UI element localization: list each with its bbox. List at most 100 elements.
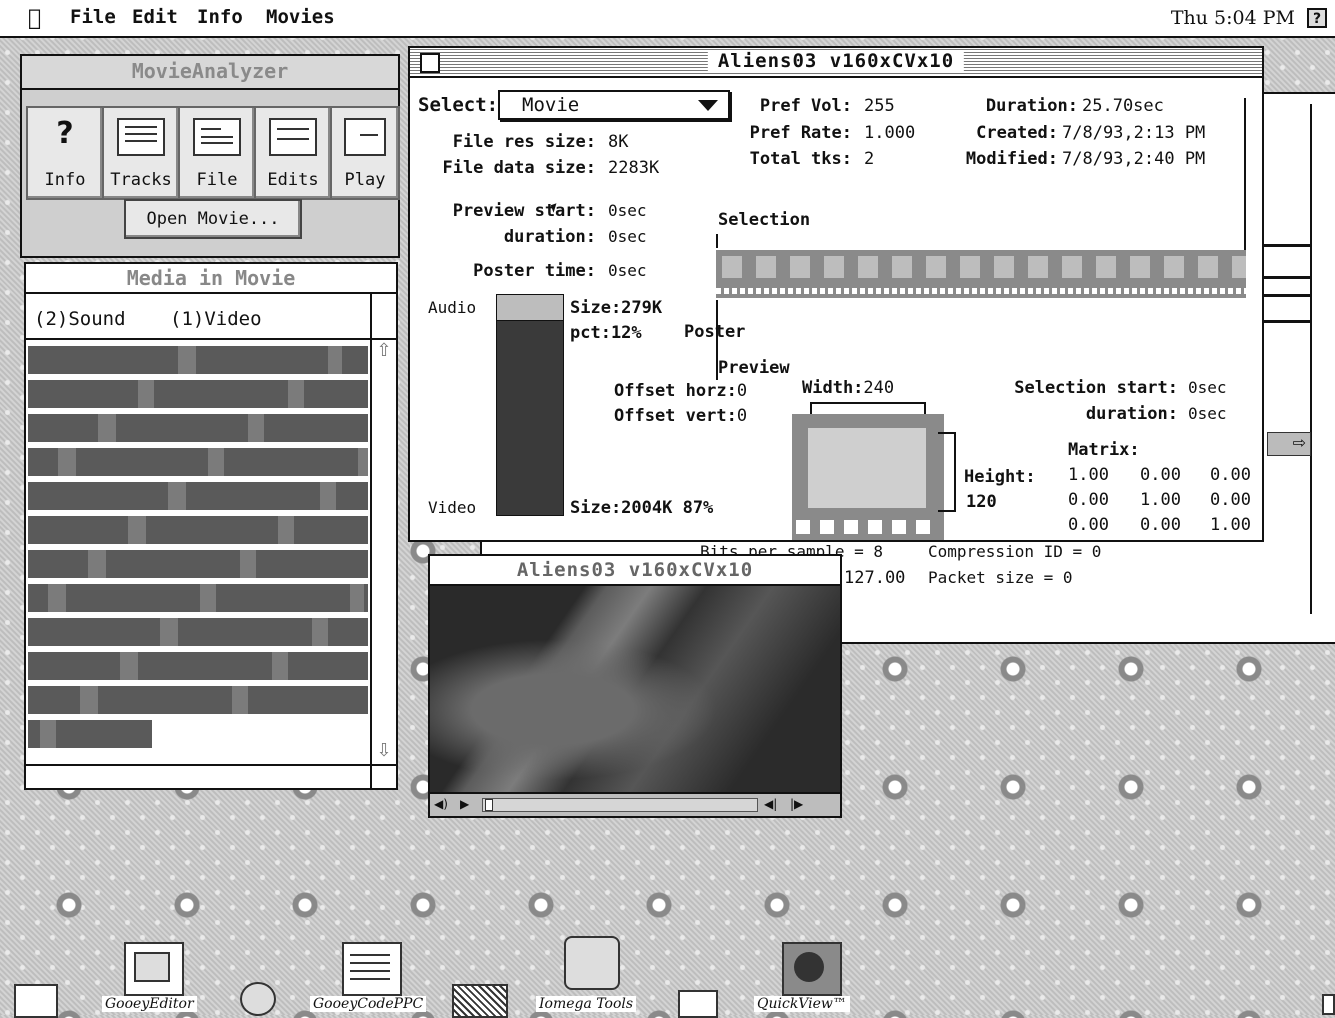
tracks-tool-label: Tracks (110, 170, 172, 190)
play-tool-button[interactable]: Play (330, 106, 400, 200)
select-label: Select: (418, 94, 499, 116)
matrix-cell: 0.00 (1068, 490, 1109, 510)
play-tool-label: Play (344, 170, 386, 190)
app-icon[interactable] (240, 982, 276, 1016)
open-movie-button[interactable]: Open Movie... (124, 199, 302, 239)
movie-window-title[interactable]: Aliens03 v160xCVx10 (430, 556, 840, 586)
edits-tool-label: Edits (267, 170, 319, 190)
duration-value: 25.70sec (1082, 96, 1164, 116)
play-button-icon[interactable]: ▶ (460, 797, 478, 813)
file-tool-button[interactable]: File (178, 106, 256, 200)
filmstrip-sprockets (716, 288, 1246, 294)
volume-icon[interactable]: ◀) (434, 797, 456, 813)
movie-controller: ◀) ▶ ◀| |▶ (430, 792, 840, 816)
progress-thumb[interactable] (485, 799, 493, 811)
gooey-editor-label[interactable]: GooeyEditor (102, 996, 197, 1012)
quickview-icon[interactable] (782, 942, 842, 996)
selection-start-label: Selection start: (1014, 378, 1178, 398)
file-tool-label: File (196, 170, 238, 190)
document-icon[interactable] (678, 990, 718, 1018)
video-size-value: Size:2004K 87% (570, 498, 714, 518)
menu-edit[interactable]: Edit (132, 6, 178, 28)
media-sample-bar (28, 618, 368, 646)
media-sample-bar (28, 482, 368, 510)
pattern-document-icon[interactable] (452, 984, 508, 1018)
chevron-down-icon (698, 100, 718, 111)
frame-image (808, 428, 926, 508)
iomega-tools-icon[interactable] (564, 936, 620, 990)
offset-horz: Offset horz:0 (614, 381, 748, 401)
gooey-editor-icon[interactable] (124, 942, 184, 996)
width-field: Width:240 (802, 378, 895, 398)
movie-player-window: Aliens03 v160xCVx10 ◀) ▶ ◀| |▶ (428, 554, 842, 818)
poster-time-value: 0sec (608, 261, 647, 280)
media-sample-bar (28, 346, 368, 374)
scroll-right-arrow-icon[interactable]: ⇨ (1267, 432, 1311, 456)
header-divider (26, 338, 396, 340)
menu-movies[interactable]: Movies (266, 6, 335, 28)
movie-progress-bar[interactable] (482, 798, 758, 812)
media-sample-bar (28, 550, 368, 578)
matrix-cell: 0.00 (1210, 465, 1251, 485)
step-back-icon[interactable]: ◀| (764, 797, 786, 813)
menu-file[interactable]: File (70, 6, 116, 28)
window-divider (1310, 104, 1312, 614)
sound-track-header[interactable]: (2)Sound (34, 308, 126, 330)
movie-frame[interactable] (430, 586, 840, 792)
apple-menu-icon[interactable]:  (28, 6, 41, 31)
file-res-value: 8K (608, 132, 629, 152)
timeline-filmstrip[interactable] (716, 250, 1246, 298)
tracks-tool-button[interactable]: Tracks (102, 106, 180, 200)
media-sample-bar (28, 380, 368, 408)
file-icon (193, 118, 241, 156)
preview-duration-value: 0sec (608, 227, 647, 246)
disk-icon[interactable] (14, 984, 58, 1018)
rule-line (1262, 320, 1312, 323)
video-track-header[interactable]: (1)Video (170, 308, 262, 330)
preview-start-label: Preview start: (452, 201, 596, 221)
close-box-icon[interactable] (420, 53, 440, 73)
info-title-bar[interactable]: Aliens03 v160xCVx10 (410, 48, 1262, 78)
step-forward-icon[interactable]: |▶ (790, 797, 812, 813)
edits-tool-button[interactable]: Edits (254, 106, 332, 200)
created-label: Created: (976, 123, 1058, 143)
scroll-up-arrow-icon[interactable]: ⇧ (372, 340, 396, 364)
frame-preview-icon (792, 414, 944, 540)
selection-duration-label: duration: (1085, 404, 1178, 424)
offset-vert: Offset vert:0 (614, 406, 748, 426)
height-bracket (938, 432, 956, 512)
preview-start-value: 0sec (608, 201, 647, 220)
select-dropdown[interactable]: Movie (498, 90, 730, 120)
palette-title: MovieAnalyzer (22, 56, 398, 90)
audio-proportion-fill (497, 295, 563, 322)
pref-rate-label: Pref Rate: (749, 123, 852, 143)
duration-marker (1244, 98, 1246, 270)
menu-info[interactable]: Info (197, 6, 243, 28)
trash-icon[interactable] (1322, 994, 1335, 1015)
media-in-movie-window: Media in Movie (2)Sound (1)Video ⇧ ⇩ (24, 262, 398, 790)
gooey-code-ppc-label[interactable]: GooeyCodePPC (310, 996, 427, 1012)
file-data-label: File data size: (442, 158, 596, 178)
help-icon[interactable]: ? (1307, 8, 1327, 28)
gooey-code-ppc-icon[interactable] (342, 942, 402, 996)
play-icon (344, 118, 386, 156)
height-value: 120 (966, 492, 997, 512)
media-sample-bar (28, 720, 152, 748)
media-sample-bar (28, 414, 368, 442)
modified-value: 7/8/93,2:40 PM (1062, 149, 1206, 169)
preview-label: Preview (718, 358, 790, 378)
rule-line (1262, 244, 1312, 247)
matrix-cell: 1.00 (1068, 465, 1109, 485)
pref-rate-value: 1.000 (864, 123, 916, 143)
quickview-label[interactable]: QuickView™ (754, 996, 850, 1012)
file-res-label: File res size: (452, 132, 596, 152)
filmstrip-frames (716, 256, 1246, 278)
info-tool-label: Info (44, 170, 86, 190)
tracks-icon (117, 118, 165, 156)
info-tool-button[interactable]: ? Info (26, 106, 104, 200)
vertical-scrollbar[interactable]: ⇧ ⇩ (372, 340, 396, 764)
scroll-down-arrow-icon[interactable]: ⇩ (372, 740, 396, 764)
selection-duration-value: 0sec (1188, 404, 1227, 423)
packet-size-text: Packet size = 0 (928, 568, 1073, 587)
iomega-tools-label[interactable]: Iomega Tools (536, 996, 637, 1012)
